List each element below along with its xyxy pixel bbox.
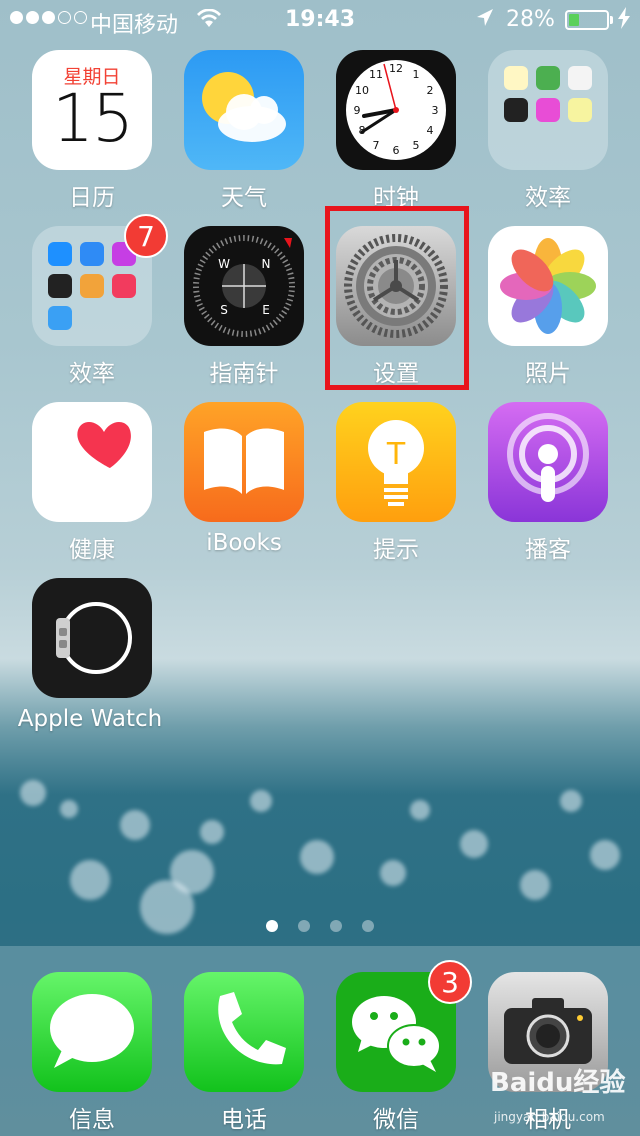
book-icon (184, 402, 304, 522)
battery-percentage: 28% (506, 7, 555, 32)
status-bar: 中国移动 19:43 28% (0, 0, 640, 40)
calendar-day: 15 (52, 80, 134, 157)
page-dot[interactable] (298, 920, 310, 932)
notification-badge: 3 (428, 960, 472, 1004)
page-dot[interactable] (362, 920, 374, 932)
app-label: Apple Watch (17, 706, 163, 732)
svg-text:9: 9 (354, 104, 361, 117)
folder-icon (488, 50, 608, 170)
svg-text:12: 12 (389, 62, 403, 75)
app-label: 照片 (525, 361, 571, 387)
svg-text:1: 1 (413, 68, 420, 81)
app-label: 电话 (221, 1107, 267, 1133)
battery-tip (610, 16, 613, 24)
podcasts-icon (488, 402, 608, 522)
svg-text:7: 7 (373, 139, 380, 152)
weather-icon (184, 50, 304, 170)
charging-bolt-icon (617, 7, 631, 34)
svg-text:5: 5 (413, 139, 420, 152)
svg-text:N: N (262, 257, 271, 271)
clock-icon: 1212 345 678 91011 (336, 50, 456, 170)
baidu-watermark-url: jingyan.baidu.com (494, 1110, 605, 1124)
app-label: 微信 (373, 1107, 419, 1133)
page-dot[interactable] (330, 920, 342, 932)
svg-text:6: 6 (393, 144, 400, 157)
svg-text:S: S (220, 303, 228, 317)
phone-handset-icon (184, 972, 304, 1092)
lightbulb-icon: T (336, 402, 456, 522)
apple-watch-icon (32, 578, 152, 698)
settings-highlight-box (325, 206, 469, 390)
compass-icon: W N S E (184, 226, 304, 346)
svg-text:T: T (386, 437, 406, 472)
app-label: 健康 (69, 537, 115, 563)
svg-text:W: W (218, 257, 230, 271)
app-label: 效率 (69, 361, 115, 387)
svg-text:11: 11 (369, 68, 383, 81)
baidu-watermark: Baidu经验 (490, 1068, 626, 1098)
svg-text:4: 4 (427, 124, 434, 137)
calendar-icon: 星期日 15 (32, 50, 152, 170)
app-label: iBooks (206, 530, 282, 556)
app-label: 指南针 (209, 361, 279, 387)
photos-flower-icon (488, 226, 608, 346)
app-label: 天气 (221, 185, 267, 211)
svg-text:10: 10 (355, 84, 369, 97)
app-label: 提示 (373, 537, 419, 563)
battery-icon (565, 10, 609, 30)
app-label: 信息 (69, 1107, 115, 1133)
location-arrow-icon (476, 8, 494, 33)
app-label: 效率 (525, 185, 571, 211)
app-label: 播客 (525, 537, 571, 563)
page-indicator[interactable] (0, 920, 640, 932)
message-bubble-icon (32, 972, 152, 1092)
svg-text:E: E (262, 303, 270, 317)
heart-icon (32, 402, 152, 522)
app-label: 日历 (69, 185, 115, 211)
page-dot-active[interactable] (266, 920, 278, 932)
svg-text:2: 2 (427, 84, 434, 97)
notification-badge: 7 (124, 214, 168, 258)
svg-text:3: 3 (432, 104, 439, 117)
